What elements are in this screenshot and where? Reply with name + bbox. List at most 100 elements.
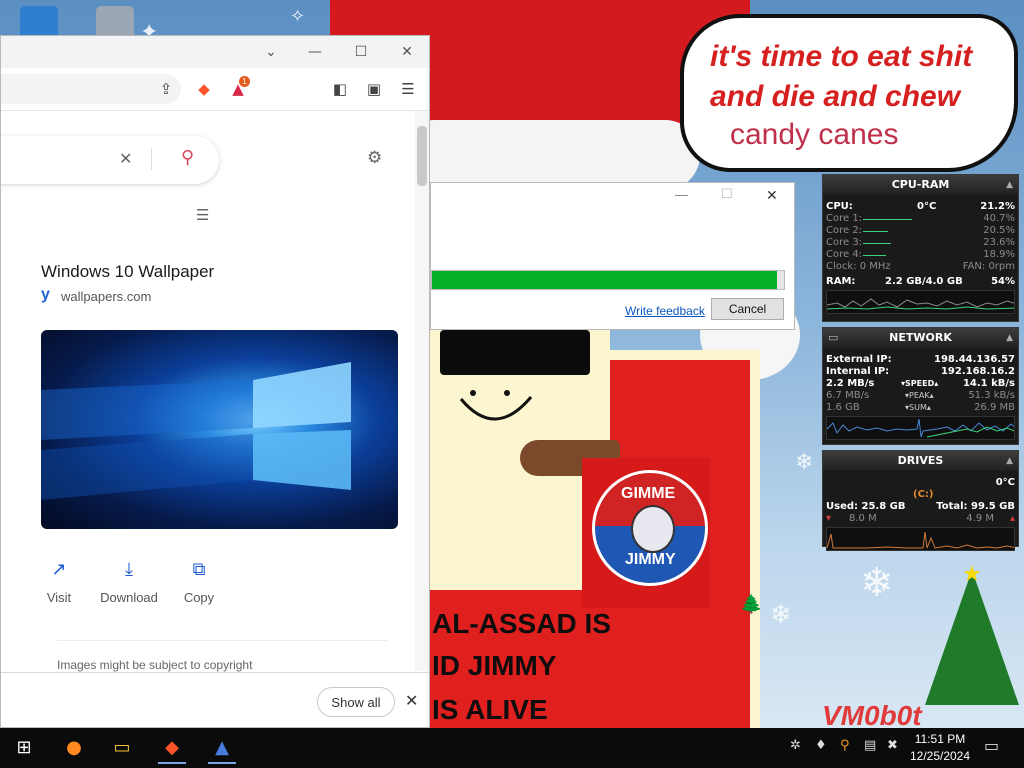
- ram-row: RAM: 2.2 GB/4.0 GB 54%: [823, 276, 1018, 288]
- external-link-icon: ↗: [51, 559, 67, 580]
- mini-tree-icon: 🌲: [740, 594, 763, 615]
- download-button[interactable]: ⤓ Download: [94, 559, 164, 605]
- santa-hat-fur: [400, 120, 700, 190]
- firefox-icon[interactable]: ●: [54, 732, 94, 764]
- source-logo-icon: y: [41, 286, 50, 303]
- banner-text: ID JIMMY: [432, 650, 557, 681]
- wallet-icon[interactable]: ▣: [363, 78, 385, 100]
- browser-titlebar: ⌄ — ☐ ✕: [1, 36, 429, 68]
- core-bar: [863, 255, 886, 256]
- copy-button[interactable]: ⧉ Copy: [164, 559, 234, 605]
- minimize-button[interactable]: —: [675, 187, 688, 202]
- show-all-button[interactable]: Show all: [317, 687, 395, 717]
- network-monitor-icon[interactable]: ✲: [790, 738, 801, 753]
- snowflake-icon: ❄: [770, 600, 792, 630]
- cpu-graph-line: [827, 298, 1014, 310]
- file-explorer-icon[interactable]: ▭: [102, 732, 142, 764]
- result-image[interactable]: [41, 330, 398, 529]
- cancel-button[interactable]: Cancel: [711, 298, 784, 320]
- clear-search-icon[interactable]: ✕: [119, 149, 132, 169]
- core-label: Core 1:: [826, 213, 863, 224]
- drives-gadget: DRIVES ▲ 0°C (C:) Used: 25.8 GB Total: 9…: [822, 450, 1019, 551]
- browser-toolbar: ⇪ ◆ ▲ 1 ◧ ▣ ☰: [1, 68, 429, 111]
- cpu-percent: 21.2%: [980, 201, 1015, 212]
- active-indicator: [208, 762, 236, 764]
- address-bar[interactable]: [1, 74, 181, 104]
- droplet-icon[interactable]: ♦: [815, 738, 827, 753]
- snowflake-icon: ❄: [860, 560, 894, 606]
- collapse-icon[interactable]: ▲: [1006, 175, 1013, 195]
- image-result-title[interactable]: Windows 10 Wallpaper: [41, 262, 214, 282]
- clock-time: 11:51 PM: [914, 732, 966, 746]
- sunglasses: [440, 330, 590, 375]
- search-icon[interactable]: ⚲: [181, 147, 194, 168]
- ram-value: 2.2 GB/4.0 GB: [885, 276, 963, 287]
- snowflake-icon: ✧: [290, 6, 306, 27]
- settings-gear-icon[interactable]: ⚙: [367, 148, 382, 168]
- smile-mouth: [459, 390, 533, 421]
- system-clock[interactable]: 11:51 PM 12/25/2024: [905, 731, 975, 765]
- brave-browser-icon[interactable]: ◆: [152, 732, 192, 764]
- sum-download: 1.6 GB: [826, 402, 860, 413]
- core-bar: [863, 243, 891, 244]
- core-value: 23.6%: [983, 237, 1015, 248]
- tab-list-icon[interactable]: ⌄: [249, 36, 293, 68]
- drive-io-row: ▾ 8.0 M 4.9 M ▴: [823, 513, 1018, 525]
- network-icon[interactable]: ▤: [864, 738, 876, 753]
- scrollbar-thumb[interactable]: [417, 126, 427, 186]
- speed-row: 2.2 MB/s ▾SPEED▴ 14.1 kB/s: [823, 378, 1018, 390]
- filter-icon[interactable]: ☰: [196, 206, 209, 224]
- maximize-button[interactable]: ☐: [339, 36, 383, 68]
- external-ip-row: External IP: 198.44.136.57: [823, 354, 1018, 366]
- close-window-button[interactable]: ✕: [385, 36, 429, 68]
- gadget-header: ▭ NETWORK ▲: [823, 328, 1018, 348]
- start-button[interactable]: ⊞: [4, 732, 44, 764]
- maximize-button: ☐: [721, 187, 733, 202]
- visit-label: Visit: [46, 590, 72, 605]
- internal-ip-row: Internal IP: 192.168.16.2: [823, 366, 1018, 378]
- scrollbar[interactable]: [415, 111, 429, 671]
- core-value: 20.5%: [983, 225, 1015, 236]
- gadget-header: DRIVES ▲: [823, 451, 1018, 471]
- volume-muted-icon[interactable]: ✖: [887, 738, 898, 753]
- brave-shields-icon[interactable]: ◆: [193, 78, 215, 100]
- collapse-icon[interactable]: ▲: [1006, 451, 1013, 471]
- search-tray-icon[interactable]: ⚲: [840, 738, 850, 753]
- visit-button[interactable]: ↗ Visit: [24, 559, 94, 605]
- search-box[interactable]: ✕ ⚲: [1, 136, 219, 184]
- external-ip: 198.44.136.57: [934, 354, 1015, 365]
- external-ip-label: External IP:: [826, 354, 892, 365]
- core-value: 18.9%: [983, 249, 1015, 260]
- close-dialog-button[interactable]: ✕: [766, 188, 778, 204]
- core-bar: [863, 219, 912, 220]
- read-arrow-icon: ▾: [826, 513, 832, 524]
- speech-line: it's time to eat shit: [710, 40, 973, 73]
- copyright-note: Images might be subject to copyright: [57, 658, 253, 672]
- notifications-icon[interactable]: ▭: [984, 736, 999, 755]
- core-row: Core 3: 23.6%: [823, 237, 1018, 249]
- drive-graph-line: [827, 531, 1014, 549]
- notification-badge: 1: [239, 76, 250, 87]
- menu-icon[interactable]: ☰: [397, 78, 419, 100]
- image-source-link[interactable]: wallpapers.com: [61, 289, 151, 304]
- collapse-icon[interactable]: ▲: [1006, 328, 1013, 348]
- network-graph-line: [827, 418, 1014, 438]
- core-row: Core 2: 20.5%: [823, 225, 1018, 237]
- copy-label: Copy: [183, 590, 215, 605]
- core-bar: [863, 231, 888, 232]
- artist-signature: VM0b0t: [822, 700, 922, 728]
- share-icon[interactable]: ⇪: [155, 78, 177, 100]
- download-label: Download: [100, 590, 158, 605]
- drive-temp: 0°C: [995, 477, 1015, 488]
- sidebar-toggle-icon[interactable]: ◧: [329, 78, 351, 100]
- app-icon[interactable]: ▲: [202, 732, 242, 764]
- drive-read: 8.0 M: [849, 513, 877, 524]
- close-download-bar-icon[interactable]: ✕: [405, 691, 418, 710]
- write-feedback-link[interactable]: Write feedback: [625, 304, 705, 318]
- copy-icon: ⧉: [192, 559, 206, 580]
- gadget-title: DRIVES: [897, 454, 944, 467]
- network-gadget: ▭ NETWORK ▲ External IP: 198.44.136.57 I…: [822, 327, 1019, 445]
- divider: [151, 148, 152, 170]
- divider: [57, 640, 387, 641]
- minimize-button[interactable]: —: [293, 36, 337, 68]
